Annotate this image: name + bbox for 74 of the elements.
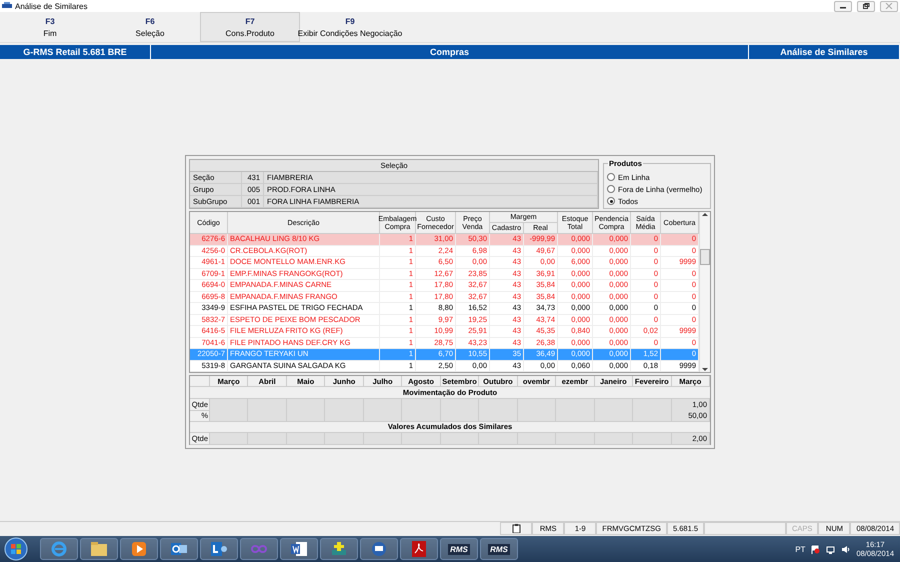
clipboard-icon (512, 524, 521, 533)
stack-icon (330, 541, 348, 557)
screen-name: Análise de Similares (749, 45, 900, 59)
network-icon[interactable] (826, 544, 836, 554)
function-key[interactable]: F6 Seleção (100, 12, 200, 42)
close-icon (885, 3, 893, 9)
taskbar-app[interactable] (400, 538, 438, 560)
function-key[interactable]: F9 Exibir Condições Negociação (300, 12, 400, 42)
taskbar-app[interactable] (160, 538, 198, 560)
system-name: G-RMS Retail 5.681 BRE (0, 45, 151, 59)
table-cell (286, 410, 326, 422)
table-cell (248, 410, 287, 422)
restore-button[interactable] (857, 0, 875, 12)
restore-icon (862, 3, 870, 9)
table-cell (248, 399, 287, 411)
monitor-icon (370, 541, 388, 557)
taskbar-app[interactable] (80, 538, 118, 560)
taskbar-app[interactable]: RMS (480, 538, 518, 560)
table-cell (633, 433, 672, 445)
taskbar-app[interactable] (200, 538, 238, 560)
taskbar-app[interactable] (360, 538, 398, 560)
flag-icon[interactable] (811, 544, 820, 554)
folder-icon (90, 541, 108, 557)
table-cell (440, 410, 480, 422)
taskbar-app[interactable] (280, 538, 318, 560)
table-cell (556, 399, 595, 411)
table-cell (479, 433, 518, 445)
table-cell (594, 433, 634, 445)
table-cell (518, 433, 556, 445)
table-cell (325, 410, 364, 422)
table-cell (556, 433, 595, 445)
table-cell (402, 399, 441, 411)
taskbar-app[interactable] (320, 538, 358, 560)
table-cell (633, 399, 672, 411)
language-indicator[interactable]: PT (795, 544, 806, 554)
table-cell (248, 433, 287, 445)
table-cell (325, 399, 364, 411)
app-icon (2, 2, 12, 10)
scrollbar[interactable] (699, 212, 710, 372)
pdf-icon (410, 541, 428, 557)
scroll-up-icon[interactable] (702, 212, 708, 217)
table-cell (210, 399, 248, 411)
scroll-thumb[interactable] (700, 249, 710, 265)
document-icon (290, 541, 308, 557)
browser-icon (50, 541, 68, 557)
table-cell (210, 410, 248, 422)
function-key[interactable]: F3 Fim (0, 12, 100, 42)
taskbar-app[interactable]: RMS (440, 538, 478, 560)
module-name: Compras (151, 45, 749, 59)
table-cell (633, 410, 672, 422)
table-cell (364, 433, 402, 445)
table-cell (402, 410, 441, 422)
chat-icon (210, 541, 228, 557)
table-cell (364, 410, 402, 422)
table-cell (518, 410, 556, 422)
window-title: Análise de Similares (15, 2, 88, 10)
table-cell (286, 433, 326, 445)
function-key[interactable]: F7 Cons.Produto (200, 12, 300, 42)
table-cell (210, 433, 248, 445)
mail-icon (170, 541, 188, 557)
table-cell (402, 433, 441, 445)
table-cell (594, 410, 634, 422)
start-button[interactable] (4, 537, 28, 561)
table-cell (325, 433, 364, 445)
taskbar-app[interactable] (120, 538, 158, 560)
table-cell (440, 433, 480, 445)
table-cell (556, 410, 595, 422)
table-cell (479, 399, 518, 411)
scroll-down-icon[interactable] (702, 367, 708, 372)
minimize-button[interactable] (834, 0, 852, 12)
play-icon (130, 541, 148, 557)
table-cell (479, 410, 518, 422)
speaker-icon[interactable] (841, 544, 850, 554)
header-cell (190, 376, 210, 387)
